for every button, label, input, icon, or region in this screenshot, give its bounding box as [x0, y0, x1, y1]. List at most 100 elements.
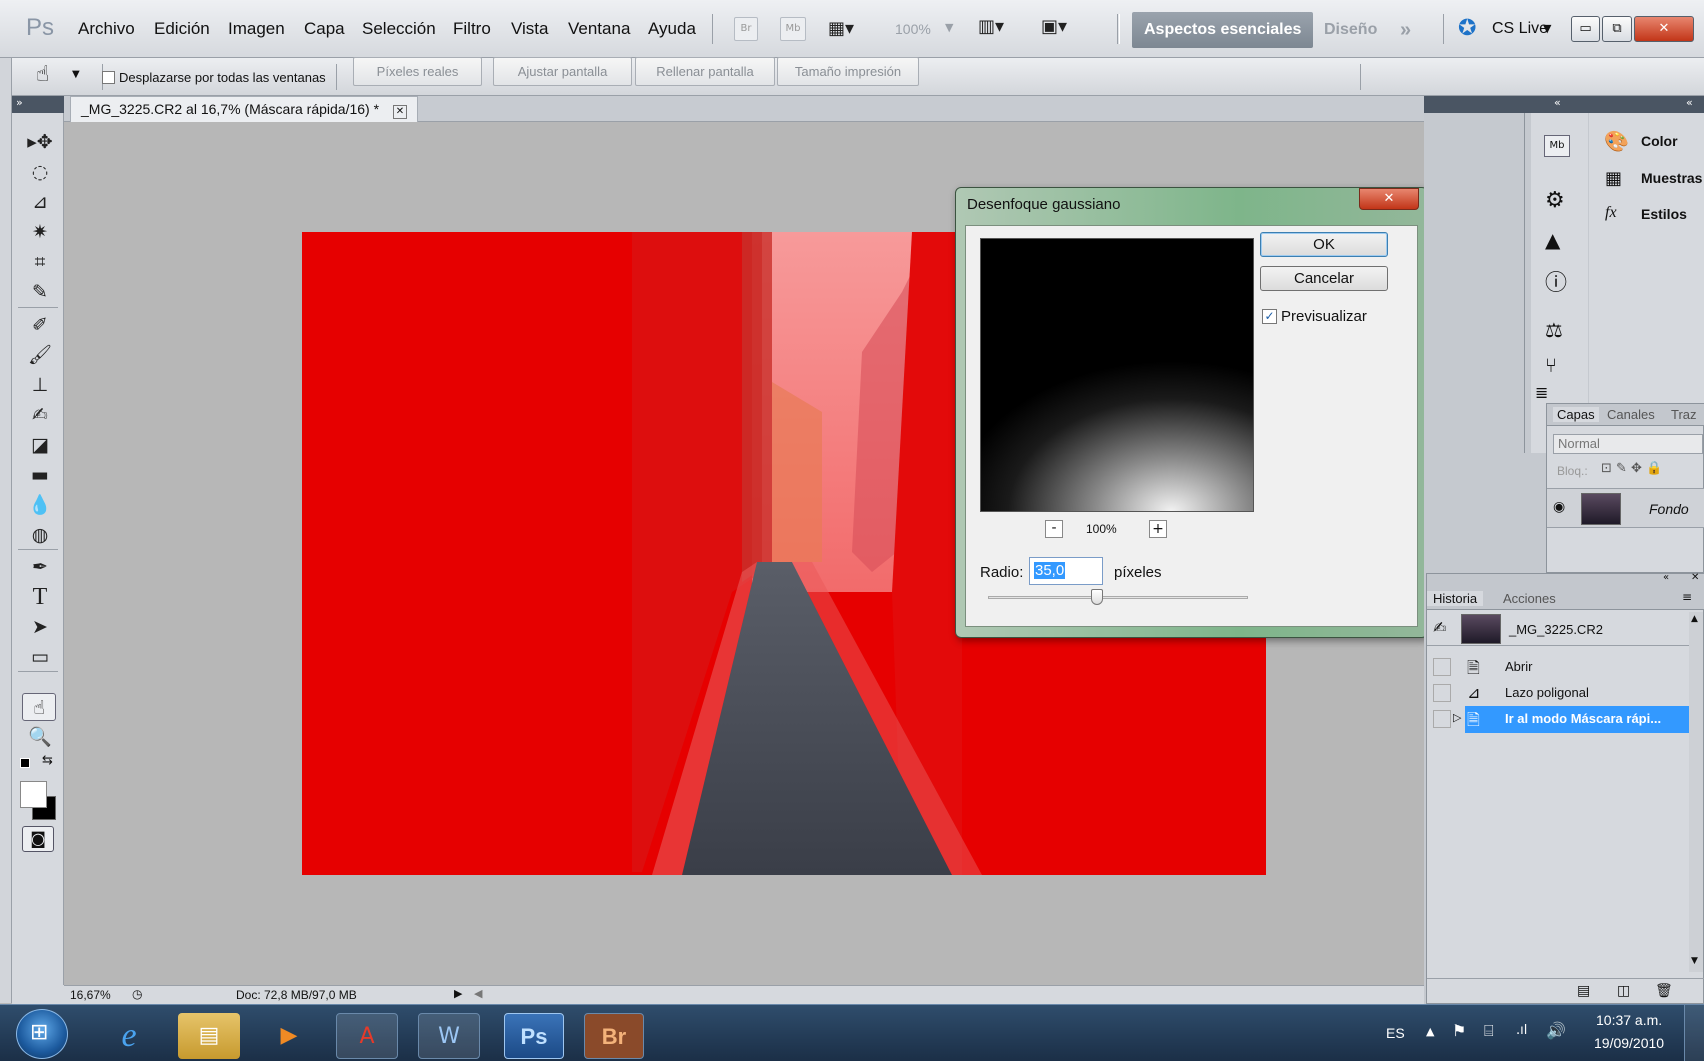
- tab-layers[interactable]: Capas: [1553, 407, 1599, 422]
- rectangle-tool-icon[interactable]: ▭: [24, 643, 56, 671]
- brush-tool-icon[interactable]: 🖌: [24, 341, 56, 369]
- mini-bridge-icon[interactable]: Mb: [1544, 135, 1570, 157]
- path-selection-tool-icon[interactable]: ➤: [24, 613, 56, 641]
- tab-actions[interactable]: Acciones: [1503, 591, 1556, 606]
- menu-capa[interactable]: Capa: [304, 19, 345, 39]
- expand-toolbox-icon[interactable]: »: [16, 96, 23, 109]
- eraser-tool-icon[interactable]: ◪: [24, 431, 56, 459]
- history-brush-source-icon[interactable]: ✍: [1433, 618, 1446, 637]
- navigator-icon[interactable]: ⚙: [1545, 188, 1565, 213]
- crop-tool-icon[interactable]: ⌗: [24, 248, 56, 276]
- fit-screen-button[interactable]: Ajustar pantalla: [493, 57, 632, 86]
- show-desktop-button[interactable]: [1684, 1005, 1704, 1061]
- history-source-box[interactable]: [1433, 658, 1451, 676]
- pen-tool-icon[interactable]: ✒: [24, 553, 56, 581]
- collapse-panels-icon[interactable]: «: [1686, 96, 1693, 109]
- default-colors-icon[interactable]: [20, 758, 30, 768]
- layer-row[interactable]: ◉ Fondo: [1547, 488, 1704, 528]
- menu-ventana[interactable]: Ventana: [568, 19, 630, 39]
- quick-mask-mode-icon[interactable]: ◙: [22, 826, 54, 852]
- cancel-button[interactable]: Cancelar: [1260, 266, 1388, 291]
- restore-button[interactable]: ⧉: [1602, 16, 1632, 42]
- radius-input[interactable]: 35,0: [1029, 557, 1103, 585]
- history-item-selected[interactable]: ▷ 🗎 Ir al modo Máscara rápi...: [1427, 706, 1689, 733]
- scroll-left-icon[interactable]: ◀: [474, 987, 482, 1000]
- status-icon[interactable]: ◷: [132, 987, 142, 1001]
- preview-checkbox[interactable]: ✓: [1262, 309, 1277, 324]
- dialog-close-button[interactable]: ✕: [1359, 188, 1419, 210]
- status-menu-arrow-icon[interactable]: ▶: [454, 987, 462, 1000]
- workspace-essentials-button[interactable]: Aspectos esenciales: [1132, 12, 1314, 48]
- actual-pixels-button[interactable]: Píxeles reales: [353, 57, 482, 86]
- info-icon[interactable]: ⓘ: [1545, 265, 1567, 297]
- history-item[interactable]: ⊿ Lazo poligonal: [1427, 680, 1689, 706]
- mini-bridge-button[interactable]: Mb: [780, 17, 806, 41]
- hand-tool-preset-icon[interactable]: ☝: [36, 62, 49, 87]
- acrobat-icon[interactable]: A: [336, 1013, 398, 1059]
- color-panel-button[interactable]: Color: [1641, 133, 1678, 149]
- foreground-color-swatch[interactable]: [20, 781, 47, 808]
- eyedropper-tool-icon[interactable]: ✎: [24, 278, 56, 306]
- history-brush-tool-icon[interactable]: ✍: [24, 401, 56, 429]
- minimize-button[interactable]: ▭: [1571, 16, 1600, 42]
- clock-time[interactable]: 10:37 a.m.: [1596, 1012, 1662, 1028]
- explorer-icon[interactable]: ▤: [178, 1013, 240, 1059]
- menu-edicion[interactable]: Edición: [154, 19, 210, 39]
- cslive-button[interactable]: CS Live: [1492, 20, 1548, 38]
- masks-icon[interactable]: ⑂: [1545, 353, 1557, 377]
- scroll-down-icon[interactable]: ▼: [1691, 956, 1698, 966]
- start-button[interactable]: ⊞: [16, 1009, 68, 1059]
- eye-visibility-icon[interactable]: ◉: [1553, 499, 1565, 515]
- close-panel-icon[interactable]: ✕: [1691, 572, 1699, 583]
- zoom-level-select[interactable]: 100%: [895, 21, 931, 37]
- blur-tool-icon[interactable]: 💧: [24, 491, 56, 519]
- word-icon[interactable]: W: [418, 1013, 480, 1059]
- collapse-panels-icon[interactable]: «: [1554, 96, 1561, 109]
- hand-tool-icon[interactable]: ☝: [22, 693, 56, 721]
- fill-screen-button[interactable]: Rellenar pantalla: [635, 57, 775, 86]
- menu-imagen[interactable]: Imagen: [228, 19, 285, 39]
- move-tool-icon[interactable]: ▸✥: [24, 128, 56, 156]
- action-center-flag-icon[interactable]: ⚑: [1452, 1021, 1466, 1040]
- quick-selection-tool-icon[interactable]: ✷: [24, 218, 56, 246]
- screen-mode-icon[interactable]: ▣▾: [1041, 16, 1085, 40]
- radius-slider-thumb[interactable]: [1091, 589, 1103, 605]
- gradient-tool-icon[interactable]: ▬: [24, 461, 56, 489]
- print-size-button[interactable]: Tamaño impresión: [777, 57, 919, 86]
- network-icon[interactable]: .ıl: [1516, 1023, 1527, 1038]
- marquee-tool-icon[interactable]: ◌: [24, 158, 56, 186]
- history-state-slider-icon[interactable]: ▷: [1453, 711, 1461, 724]
- document-tab[interactable]: _MG_3225.CR2 al 16,7% (Máscara rápida/16…: [70, 96, 418, 122]
- volume-icon[interactable]: 🔊: [1546, 1021, 1566, 1040]
- media-player-icon[interactable]: ▶: [258, 1013, 320, 1059]
- zoom-tool-icon[interactable]: 🔍: [24, 723, 56, 751]
- more-workspaces-button[interactable]: »: [1388, 12, 1423, 48]
- lock-icons[interactable]: ⊡ ✎ ✥ 🔒: [1601, 461, 1662, 476]
- filter-preview-image[interactable]: [980, 238, 1254, 512]
- chevron-down-icon[interactable]: ▼: [72, 69, 80, 80]
- collapse-panel-icon[interactable]: «: [1663, 572, 1669, 583]
- history-source-box[interactable]: [1433, 684, 1451, 702]
- bridge-launch-button[interactable]: Br: [734, 17, 758, 41]
- scroll-all-windows-checkbox[interactable]: [102, 71, 115, 84]
- tab-history[interactable]: Historia: [1427, 591, 1484, 606]
- menu-filtro[interactable]: Filtro: [453, 19, 491, 39]
- menu-archivo[interactable]: Archivo: [78, 19, 135, 39]
- radius-slider[interactable]: [988, 589, 1248, 605]
- history-snapshot-row[interactable]: ✍ _MG_3225.CR2: [1427, 612, 1689, 646]
- clock-date[interactable]: 19/09/2010: [1594, 1035, 1664, 1051]
- arrange-documents-icon[interactable]: ▥▾: [978, 16, 1022, 40]
- photoshop-taskbar-button[interactable]: Ps: [504, 1013, 564, 1059]
- menu-vista[interactable]: Vista: [511, 19, 549, 39]
- history-scrollbar[interactable]: ▲ ▼: [1689, 612, 1703, 972]
- panel-menu-icon[interactable]: ≡: [1682, 590, 1692, 604]
- power-icon[interactable]: ⌸: [1484, 1021, 1494, 1041]
- tab-channels[interactable]: Canales: [1607, 407, 1655, 422]
- clone-stamp-tool-icon[interactable]: ⊥: [24, 371, 56, 399]
- history-item[interactable]: 🗎 Abrir: [1427, 654, 1689, 680]
- histogram-icon[interactable]: ▲: [1545, 228, 1560, 252]
- swap-colors-icon[interactable]: ⇆: [42, 753, 53, 768]
- zoom-status[interactable]: 16,67%: [70, 988, 111, 1002]
- close-window-button[interactable]: ✕: [1634, 16, 1694, 42]
- swatches-panel-button[interactable]: Muestras: [1641, 170, 1702, 186]
